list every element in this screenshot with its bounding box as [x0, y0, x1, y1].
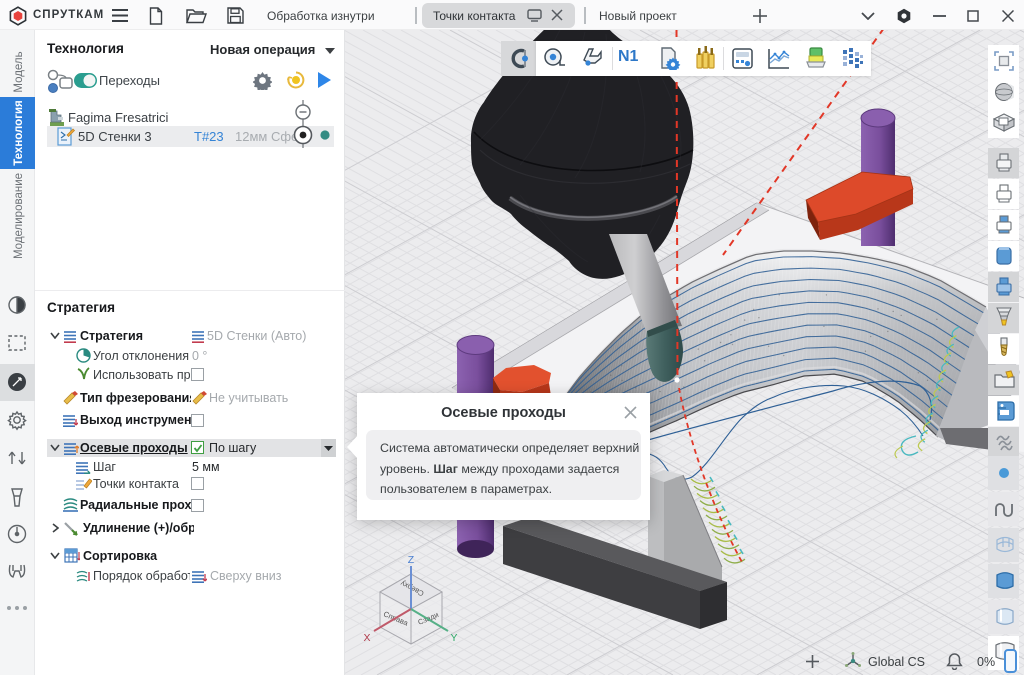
svg-text:Моделирование: Моделирование	[13, 173, 25, 259]
svg-text:Y: Y	[450, 632, 457, 644]
svg-text:Z: Z	[408, 554, 415, 566]
svg-text:X: X	[363, 632, 370, 644]
svg-text:Технология: Технология	[13, 100, 25, 166]
svg-text:Модель: Модель	[13, 51, 25, 92]
